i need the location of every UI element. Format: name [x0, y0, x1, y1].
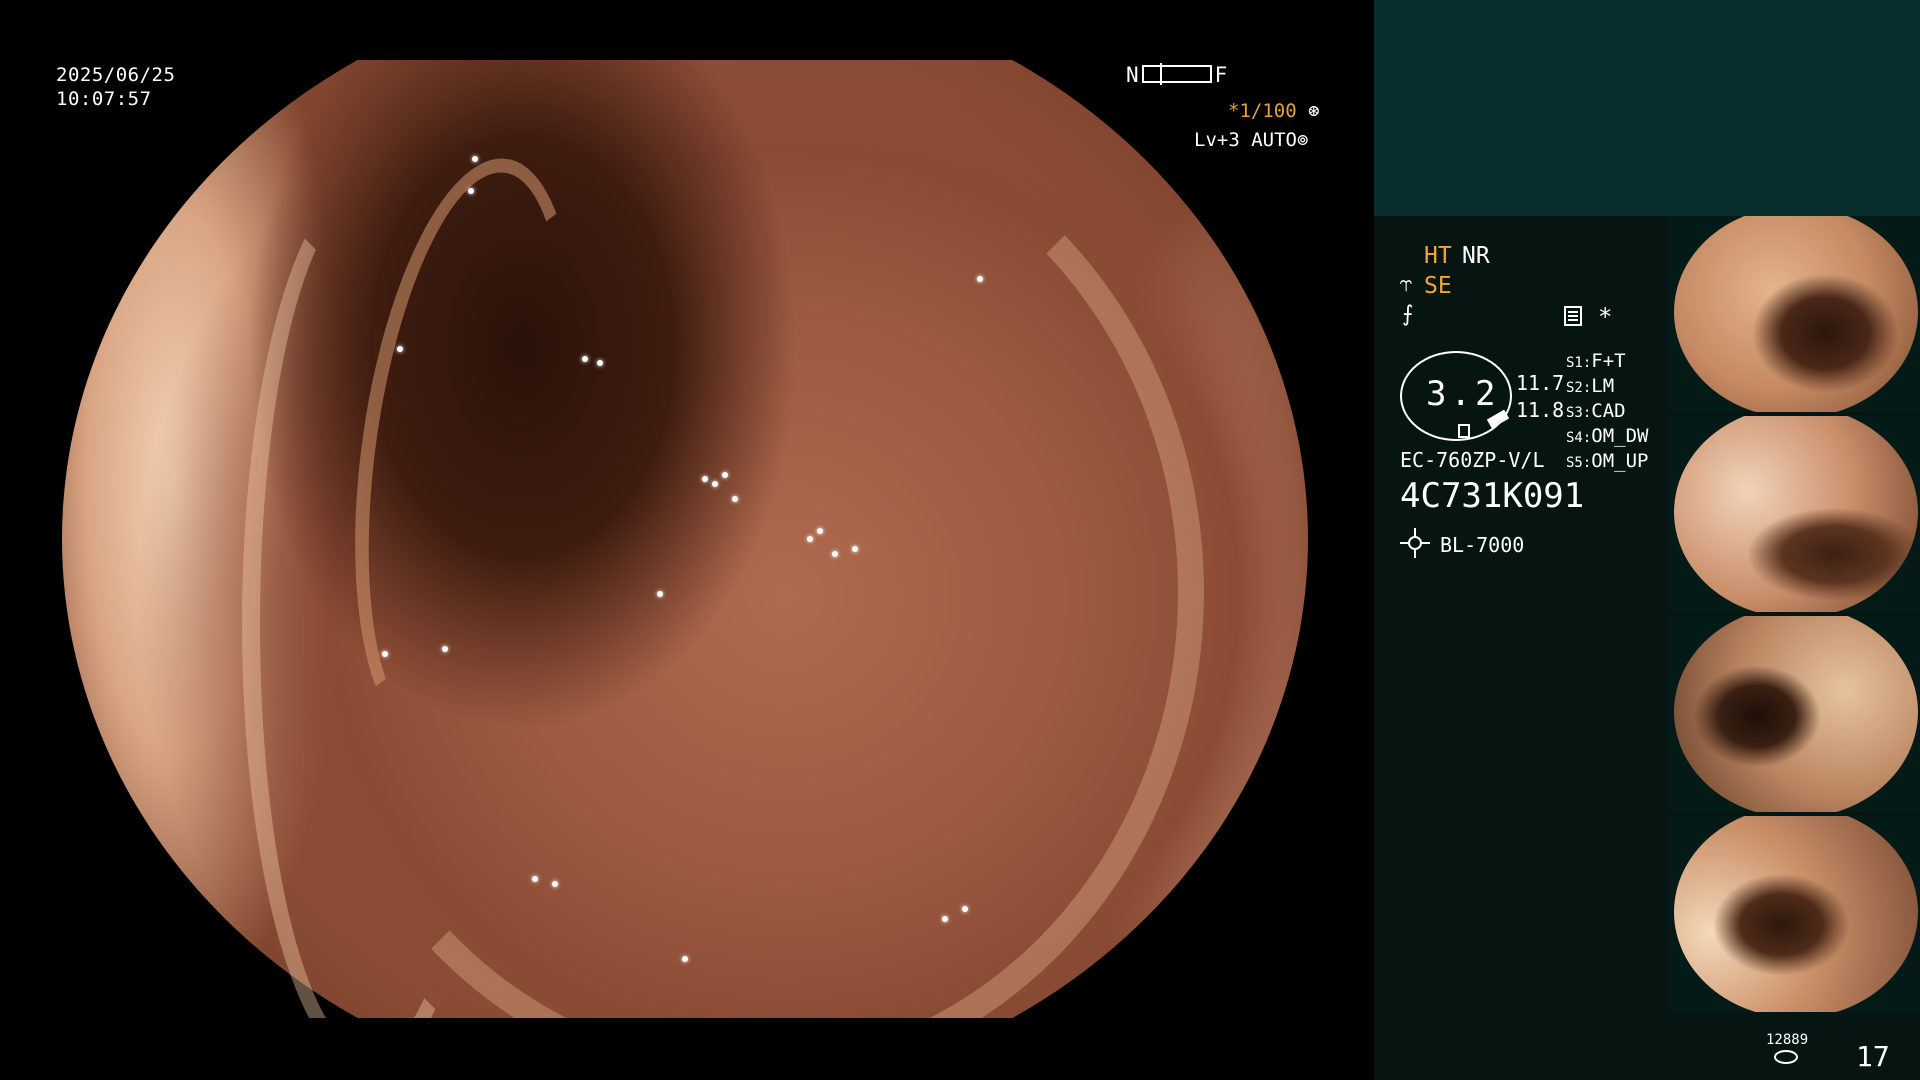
captured-image-thumbnail[interactable] — [1670, 216, 1920, 412]
value-1: 11.7 — [1516, 371, 1565, 395]
light-reflection — [657, 591, 663, 597]
colon-image — [62, 60, 1308, 1018]
light-reflection — [552, 881, 558, 887]
se-indicator: SE — [1424, 273, 1452, 299]
light-reflection — [702, 476, 708, 482]
focus-bar — [1141, 63, 1212, 85]
scope-model: EC-760ZP-V/L — [1400, 448, 1545, 472]
auto-icon: ⊚ — [1296, 129, 1309, 151]
star-indicator: * — [1598, 303, 1613, 331]
exam-time: 10:07:57 — [56, 88, 152, 110]
ht-indicator: HT — [1424, 243, 1452, 269]
captured-image-thumbnail[interactable] — [1670, 616, 1920, 812]
setting-s3: S3:CAD — [1566, 400, 1626, 422]
scope-serial: 4C731K091 — [1400, 476, 1585, 516]
setting-s1: S1:F+T — [1566, 350, 1626, 372]
light-reflection — [597, 360, 603, 366]
light-reflection — [682, 956, 688, 962]
iris-icon: ⊛ — [1308, 100, 1320, 122]
light-reflection — [468, 188, 474, 194]
far-label: F — [1214, 63, 1228, 87]
value-2: 11.8 — [1516, 398, 1565, 422]
light-reflection — [532, 876, 538, 882]
near-label: N — [1126, 63, 1139, 87]
image-count: 17 — [1856, 1040, 1890, 1073]
light-reflection — [832, 551, 838, 557]
near-far-indicator: NF — [1126, 63, 1227, 87]
light-reflection — [977, 276, 983, 282]
freeze-icon: ⨍ — [1402, 302, 1414, 327]
gauge-notch — [1458, 424, 1470, 438]
light-reflection — [942, 916, 948, 922]
endoscope-view — [62, 60, 1308, 1018]
setting-s4: S4:OM_DW — [1566, 425, 1649, 447]
panel-header — [1374, 0, 1920, 216]
light-reflection — [722, 472, 728, 478]
captured-image-thumbnail[interactable] — [1670, 816, 1920, 1012]
document-icon — [1564, 306, 1582, 326]
nr-indicator: NR — [1462, 243, 1490, 269]
zoom-gauge-value: 3.2 — [1426, 374, 1500, 414]
brightness-level: Lv+3 AUTO⊚ — [1194, 129, 1309, 151]
light-reflection — [732, 496, 738, 502]
light-reflection — [807, 536, 813, 542]
light-reflection — [397, 346, 403, 352]
light-reflection — [472, 156, 478, 162]
light-reflection — [962, 906, 968, 912]
setting-s2: S2:LM — [1566, 375, 1615, 397]
light-reflection — [442, 646, 448, 652]
se-toggle-icon: ⥾ — [1400, 272, 1413, 297]
light-reflection — [712, 481, 718, 487]
exam-date: 2025/06/25 — [56, 64, 176, 86]
light-reflection — [852, 546, 858, 552]
shutter-speed: *1/100 ⊛ — [1228, 100, 1320, 122]
disk-icon — [1774, 1050, 1798, 1064]
light-reflection — [582, 356, 588, 362]
setting-s5: S5:OM_UP — [1566, 450, 1649, 472]
light-source: BL-7000 — [1440, 533, 1525, 557]
light-reflection — [382, 651, 388, 657]
light-reflection — [817, 528, 823, 534]
captured-image-thumbnail[interactable] — [1670, 416, 1920, 612]
light-source-icon — [1400, 528, 1430, 558]
total-image-count: 12889 — [1766, 1032, 1809, 1048]
